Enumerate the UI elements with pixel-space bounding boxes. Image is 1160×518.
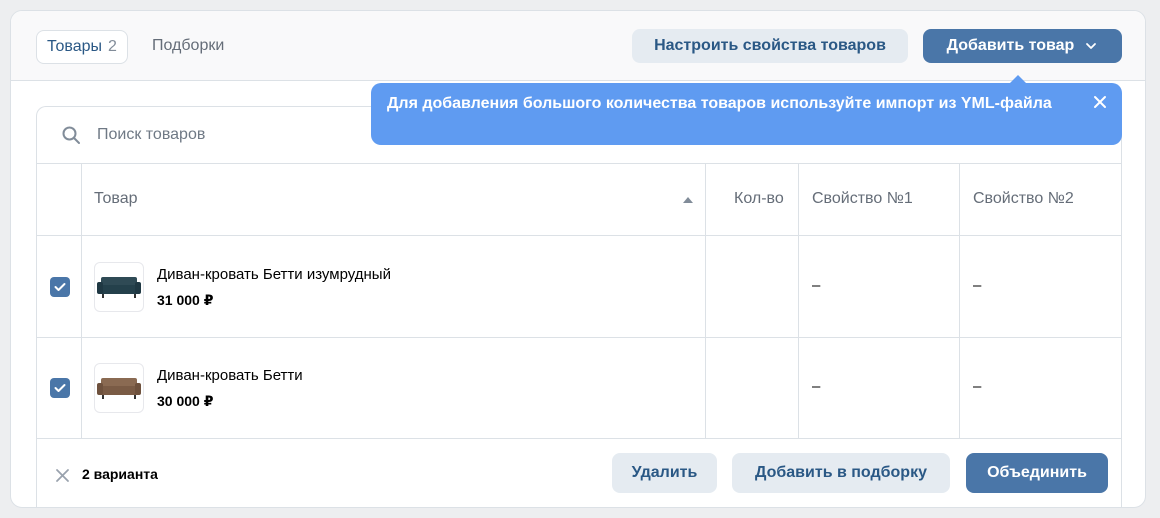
property2-cell: – <box>973 277 982 294</box>
row-checkbox[interactable] <box>50 277 70 297</box>
product-price: 31 000 ₽ <box>157 292 214 308</box>
product-thumbnail[interactable] <box>94 363 144 413</box>
search-icon <box>62 126 80 144</box>
sofa-image <box>97 378 141 399</box>
column-header-property1[interactable]: Свойство №1 <box>812 190 913 208</box>
search-input[interactable]: Поиск товаров <box>97 126 205 144</box>
close-icon[interactable] <box>1092 94 1108 110</box>
header: Товары 2 Подборки Настроить свойства тов… <box>11 11 1145 81</box>
product-name[interactable]: Диван-кровать Бетти <box>157 367 303 384</box>
table-row[interactable]: Диван-кровать Бетти изумрудный 31 000 ₽ … <box>37 237 1121 338</box>
column-header-quantity[interactable]: Кол-во <box>734 190 784 208</box>
table-row[interactable]: Диван-кровать Бетти 30 000 ₽ – – <box>37 338 1121 439</box>
property2-cell: – <box>973 378 982 395</box>
row-checkbox[interactable] <box>50 378 70 398</box>
property1-cell: – <box>812 277 821 294</box>
checkmark-icon <box>54 384 66 392</box>
delete-button[interactable]: Удалить <box>612 453 717 493</box>
tab-products-count: 2 <box>108 38 117 55</box>
products-table: Поиск товаров Товар Кол-во Свойство №1 С… <box>36 106 1122 507</box>
product-thumbnail[interactable] <box>94 262 144 312</box>
tooltip-text: Для добавления большого количества товар… <box>387 95 1052 112</box>
clear-selection-icon[interactable] <box>55 468 70 483</box>
merge-button[interactable]: Объединить <box>966 453 1108 493</box>
configure-properties-button[interactable]: Настроить свойства товаров <box>632 29 908 63</box>
add-product-label: Добавить товар <box>946 37 1075 54</box>
product-name[interactable]: Диван-кровать Бетти изумрудный <box>157 266 391 283</box>
tab-products[interactable]: Товары 2 <box>36 30 128 64</box>
tooltip-arrow <box>1009 75 1027 84</box>
property1-cell: – <box>812 378 821 395</box>
import-tooltip: Для добавления большого количества товар… <box>371 75 1122 145</box>
selection-bar: 2 варианта Удалить Добавить в подборку О… <box>37 438 1121 507</box>
sort-ascending-icon[interactable] <box>683 197 693 203</box>
sofa-image <box>97 277 141 298</box>
tab-collections[interactable]: Подборки <box>152 37 224 55</box>
column-header-property2[interactable]: Свойство №2 <box>973 190 1074 208</box>
product-price: 30 000 ₽ <box>157 393 214 409</box>
chevron-down-icon <box>1086 43 1097 49</box>
column-header-product[interactable]: Товар <box>94 190 138 208</box>
selection-count: 2 варианта <box>82 466 158 482</box>
products-card: Товары 2 Подборки Настроить свойства тов… <box>10 10 1146 508</box>
checkmark-icon <box>54 283 66 291</box>
add-to-collection-button[interactable]: Добавить в подборку <box>732 453 950 493</box>
add-product-button[interactable]: Добавить товар <box>923 29 1122 63</box>
tab-products-label: Товары <box>47 38 103 55</box>
